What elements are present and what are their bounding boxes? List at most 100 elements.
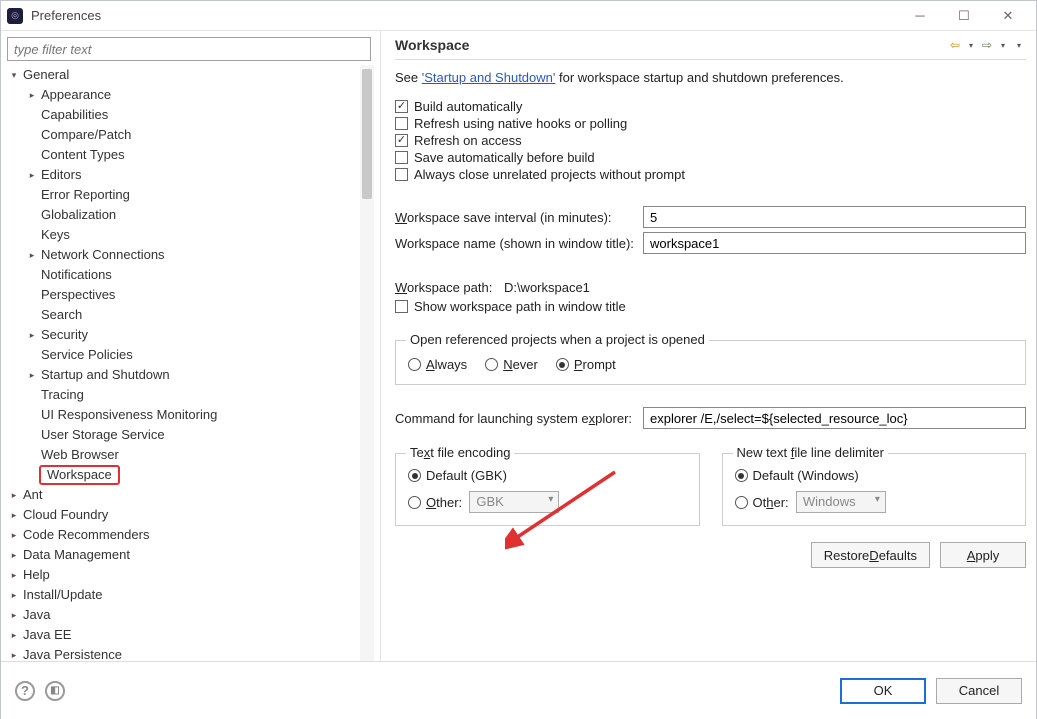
encoding-group: Text file encoding Default (GBK) Other: … <box>395 453 700 526</box>
checkbox[interactable] <box>395 151 408 164</box>
chevron-right-icon[interactable]: ▸ <box>25 325 39 345</box>
import-export-icon[interactable]: ◧ <box>45 681 65 701</box>
tree-item[interactable]: ▸Web Browser <box>25 445 374 465</box>
apply-button[interactable]: Apply <box>940 542 1026 568</box>
tree-item[interactable]: ▸Search <box>25 305 374 325</box>
tree-spacer: ▸ <box>25 405 39 425</box>
tree-item[interactable]: ▸Service Policies <box>25 345 374 365</box>
tree-item[interactable]: ▸Capabilities <box>25 105 374 125</box>
chevron-right-icon[interactable]: ▸ <box>25 165 39 185</box>
tree-item[interactable]: ▸Perspectives <box>25 285 374 305</box>
page-menu-icon[interactable]: ▾ <box>1012 38 1026 52</box>
radio-option[interactable]: Always <box>408 357 467 372</box>
chevron-right-icon[interactable]: ▸ <box>25 365 39 385</box>
tree-item[interactable]: ▸Ant <box>7 485 374 505</box>
encoding-other-select[interactable]: GBK <box>469 491 559 513</box>
chevron-right-icon[interactable]: ▸ <box>25 85 39 105</box>
encoding-other-radio[interactable]: Other: GBK <box>408 491 687 513</box>
tree-item-label: Ant <box>21 485 45 505</box>
ok-button[interactable]: OK <box>840 678 926 704</box>
delimiter-other-select[interactable]: Windows <box>796 491 886 513</box>
tree-item-label: Keys <box>39 225 72 245</box>
tree-item-label: UI Responsiveness Monitoring <box>39 405 219 425</box>
tree-item[interactable]: ▸Appearance <box>25 85 374 105</box>
cancel-button[interactable]: Cancel <box>936 678 1022 704</box>
tree-item[interactable]: ▸Network Connections <box>25 245 374 265</box>
checkbox[interactable] <box>395 134 408 147</box>
tree-item-label: Compare/Patch <box>39 125 133 145</box>
preferences-tree[interactable]: ▾ General ▸Appearance▸Capabilities▸Compa… <box>7 65 374 661</box>
workspace-name-input[interactable] <box>643 232 1026 254</box>
tree-item-label: Service Policies <box>39 345 135 365</box>
tree-item-workspace[interactable]: ▸Workspace <box>25 465 374 485</box>
tree-item[interactable]: ▸Editors <box>25 165 374 185</box>
tree-item[interactable]: ▸UI Responsiveness Monitoring <box>25 405 374 425</box>
tree-item[interactable]: ▸Startup and Shutdown <box>25 365 374 385</box>
radio-label: Prompt <box>574 357 616 372</box>
tree-spacer: ▸ <box>25 265 39 285</box>
tree-item[interactable]: ▸Security <box>25 325 374 345</box>
workspace-path-label: Workspace path: <box>395 280 496 295</box>
chevron-right-icon[interactable]: ▸ <box>7 645 21 661</box>
checkbox[interactable] <box>395 117 408 130</box>
forward-menu-icon[interactable]: ▾ <box>996 38 1010 52</box>
tree-item[interactable]: ▸Java EE <box>7 625 374 645</box>
checkbox[interactable] <box>395 100 408 113</box>
scroll-thumb[interactable] <box>362 69 372 199</box>
save-interval-input[interactable] <box>643 206 1026 228</box>
tree-item[interactable]: ▸Tracing <box>25 385 374 405</box>
cmd-input[interactable] <box>643 407 1026 429</box>
tree-item[interactable]: ▸Cloud Foundry <box>7 505 374 525</box>
chevron-right-icon[interactable]: ▸ <box>7 605 21 625</box>
chevron-right-icon[interactable]: ▸ <box>7 585 21 605</box>
encoding-default-radio[interactable]: Default (GBK) <box>408 468 687 483</box>
checkbox[interactable] <box>395 168 408 181</box>
show-path-checkbox[interactable] <box>395 300 408 313</box>
tree-item[interactable]: ▸Globalization <box>25 205 374 225</box>
tree-item[interactable]: ▸Notifications <box>25 265 374 285</box>
chevron-right-icon[interactable]: ▸ <box>7 505 21 525</box>
maximize-button[interactable]: ☐ <box>942 2 986 30</box>
tree-item[interactable]: ▸Install/Update <box>7 585 374 605</box>
tree-spacer: ▸ <box>25 285 39 305</box>
tree-item[interactable]: ▸Content Types <box>25 145 374 165</box>
back-menu-icon[interactable]: ▾ <box>964 38 978 52</box>
delimiter-other-radio[interactable]: Other: Windows <box>735 491 1014 513</box>
chevron-down-icon[interactable]: ▾ <box>7 65 21 85</box>
tree-scrollbar[interactable]: ▴ <box>360 65 374 661</box>
tree-item[interactable]: ▸Compare/Patch <box>25 125 374 145</box>
tree-item[interactable]: ▸User Storage Service <box>25 425 374 445</box>
radio-option[interactable]: Never <box>485 357 538 372</box>
radio-label: Always <box>426 357 467 372</box>
radio-icon <box>408 358 421 371</box>
tree-item[interactable]: ▸Error Reporting <box>25 185 374 205</box>
chevron-right-icon[interactable]: ▸ <box>7 485 21 505</box>
chevron-right-icon[interactable]: ▸ <box>7 545 21 565</box>
tree-item[interactable]: ▸Code Recommenders <box>7 525 374 545</box>
tree-item-label: Java Persistence <box>21 645 124 661</box>
chevron-right-icon[interactable]: ▸ <box>7 525 21 545</box>
tree-item[interactable]: ▸Data Management <box>7 545 374 565</box>
chevron-right-icon[interactable]: ▸ <box>25 245 39 265</box>
tree-item-general[interactable]: ▾ General <box>7 65 374 85</box>
checkbox-row: Save automatically before build <box>395 150 1026 165</box>
help-icon[interactable]: ? <box>15 681 35 701</box>
forward-icon[interactable]: ⇨ <box>980 38 994 52</box>
radio-option[interactable]: Prompt <box>556 357 616 372</box>
tree-item[interactable]: ▸Java Persistence <box>7 645 374 661</box>
tree-item[interactable]: ▸Help <box>7 565 374 585</box>
chevron-right-icon[interactable]: ▸ <box>7 625 21 645</box>
filter-input[interactable] <box>7 37 371 61</box>
back-icon[interactable]: ⇦ <box>948 38 962 52</box>
tree-item[interactable]: ▸Java <box>7 605 374 625</box>
startup-shutdown-link[interactable]: 'Startup and Shutdown' <box>422 70 556 85</box>
restore-defaults-button[interactable]: Restore Defaults <box>811 542 930 568</box>
tree-spacer: ▸ <box>25 445 39 465</box>
tree-spacer: ▸ <box>25 305 39 325</box>
minimize-button[interactable]: ─ <box>898 2 942 30</box>
tree-spacer: ▸ <box>25 425 39 445</box>
close-button[interactable]: ✕ <box>986 2 1030 30</box>
delimiter-default-radio[interactable]: Default (Windows) <box>735 468 1014 483</box>
tree-item[interactable]: ▸Keys <box>25 225 374 245</box>
chevron-right-icon[interactable]: ▸ <box>7 565 21 585</box>
